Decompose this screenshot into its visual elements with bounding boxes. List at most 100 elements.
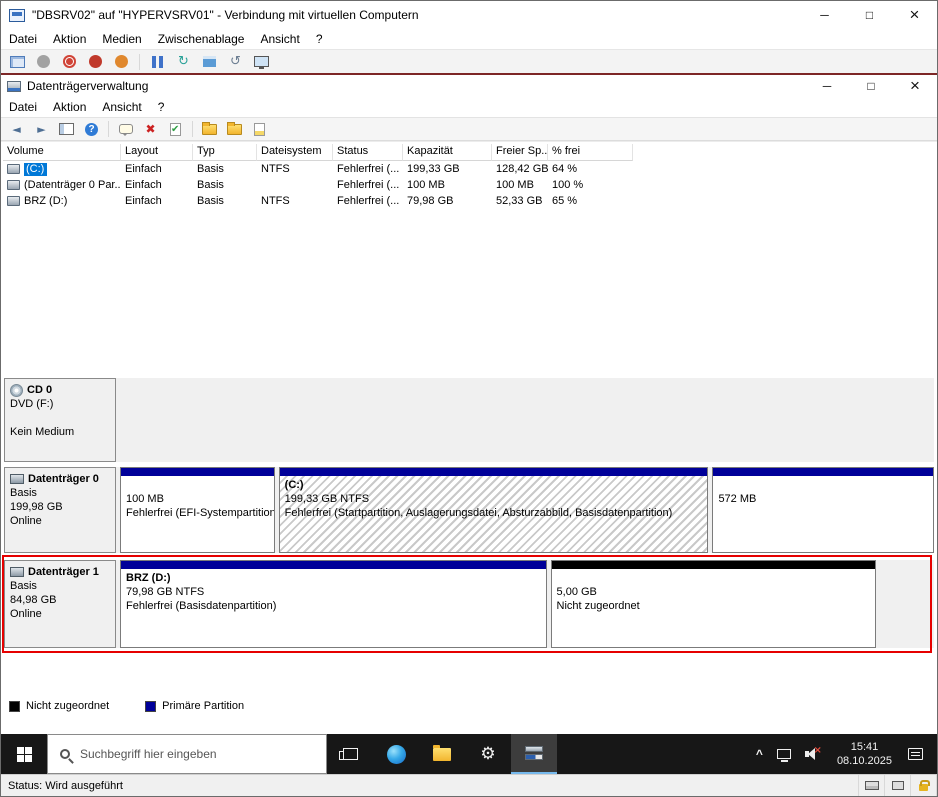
vm-menu-zwischenablage[interactable]: Zwischenablage bbox=[150, 29, 253, 49]
turn-off-icon[interactable] bbox=[61, 53, 78, 70]
dm-toolbar: ◄ ► ? ✖ bbox=[1, 117, 937, 141]
cd0-panel[interactable]: CD 0 DVD (F:) Kein Medium bbox=[4, 378, 116, 462]
volume-button[interactable]: × bbox=[798, 734, 828, 774]
enhanced-session-icon[interactable] bbox=[253, 53, 270, 70]
partition-brz-d[interactable]: BRZ (D:) 79,98 GB NTFS Fehlerfrei (Basis… bbox=[120, 560, 547, 648]
close-button[interactable]: × bbox=[892, 1, 937, 29]
dm-title-bar: Datenträgerverwaltung ─ □ × bbox=[1, 75, 937, 97]
disk-management-taskbar-button[interactable] bbox=[511, 734, 557, 774]
vm-menu-help[interactable]: ? bbox=[308, 29, 331, 49]
partition-c[interactable]: (C:) 199,33 GB NTFS Fehlerfrei (Startpar… bbox=[278, 467, 709, 553]
volume-row-brz[interactable]: BRZ (D:) bbox=[3, 193, 121, 209]
partition-efi-system[interactable]: 100 MB Fehlerfrei (EFI-Systempartition) bbox=[120, 467, 275, 553]
disk0-panel[interactable]: Datenträger 0 Basis 199,98 GB Online bbox=[4, 467, 116, 553]
dm-menu-help[interactable]: ? bbox=[150, 97, 173, 117]
column-header-freier-sp[interactable]: Freier Sp... bbox=[492, 144, 548, 161]
partition-recovery[interactable]: 572 MB bbox=[712, 467, 934, 553]
dm-minimize-button[interactable]: ─ bbox=[805, 75, 849, 97]
partition-capacity: 100 MB bbox=[126, 493, 164, 505]
dm-menu-ansicht[interactable]: Ansicht bbox=[94, 97, 149, 117]
vm-menu-aktion[interactable]: Aktion bbox=[45, 29, 94, 49]
mute-x-icon: × bbox=[813, 745, 822, 756]
column-header-status[interactable]: Status bbox=[333, 144, 403, 161]
disk0-status: Online bbox=[10, 515, 42, 527]
taskbar-clock[interactable]: 15:41 08.10.2025 bbox=[828, 740, 901, 768]
partition-unallocated[interactable]: 5,00 GB Nicht zugeordnet bbox=[550, 560, 877, 648]
cd-drive-letter: DVD (F:) bbox=[10, 398, 54, 410]
partition-status: Fehlerfrei (Basisdatenpartition) bbox=[126, 600, 277, 612]
volume-name: (Datenträger 0 Par... bbox=[24, 179, 121, 191]
minimize-button[interactable]: ─ bbox=[802, 1, 847, 29]
action-center-button[interactable] bbox=[901, 734, 930, 774]
vm-menu-datei[interactable]: Datei bbox=[1, 29, 45, 49]
folder-view-icon[interactable] bbox=[226, 121, 243, 138]
start-icon[interactable] bbox=[35, 53, 52, 70]
help-icon[interactable]: ? bbox=[83, 121, 100, 138]
column-header-layout[interactable]: Layout bbox=[121, 144, 193, 161]
cell-layout: Einfach bbox=[125, 195, 162, 207]
reset-icon[interactable]: ↻ bbox=[175, 53, 192, 70]
folder-up-icon[interactable] bbox=[201, 121, 218, 138]
speaker-icon: × bbox=[804, 745, 822, 760]
cell-dateisystem: NTFS bbox=[261, 163, 290, 175]
keyboard-status-cell bbox=[859, 775, 885, 796]
back-arrow-icon[interactable]: ◄ bbox=[8, 121, 25, 138]
task-view-button[interactable] bbox=[327, 734, 373, 774]
start-button[interactable] bbox=[1, 734, 47, 774]
column-header-typ[interactable]: Typ bbox=[193, 144, 257, 161]
dm-restore-button[interactable]: □ bbox=[849, 75, 893, 97]
dm-menu-aktion[interactable]: Aktion bbox=[45, 97, 94, 117]
speech-bubble-icon[interactable] bbox=[117, 121, 134, 138]
volume-row-c[interactable]: (C:) bbox=[3, 161, 121, 177]
cell-status: Fehlerfrei (... bbox=[337, 179, 400, 191]
edge-button[interactable] bbox=[373, 734, 419, 774]
network-button[interactable] bbox=[770, 734, 798, 774]
monitor-icon bbox=[891, 781, 904, 790]
properties-note-icon[interactable] bbox=[251, 121, 268, 138]
windows-logo-icon bbox=[16, 746, 32, 762]
dm-window-title: Datenträgerverwaltung bbox=[27, 79, 149, 93]
dm-menu-datei[interactable]: Datei bbox=[1, 97, 45, 117]
tray-chevron-button[interactable]: ^ bbox=[749, 734, 770, 774]
console-tree-icon[interactable] bbox=[58, 121, 75, 138]
vm-title-bar: "DBSRV02" auf "HYPERVSRV01" - Verbindung… bbox=[1, 1, 937, 29]
partition-capacity: 572 MB bbox=[718, 493, 757, 505]
cell-typ: Basis bbox=[197, 163, 224, 175]
cell-frei: 65 % bbox=[552, 195, 578, 207]
disk0-size: 199,98 GB bbox=[10, 501, 63, 513]
vm-window-controls: ─ □ × bbox=[802, 1, 937, 29]
partition-capacity: 5,00 GB bbox=[556, 586, 597, 598]
disk1-status: Online bbox=[10, 608, 42, 620]
primary-partition-bar bbox=[121, 561, 546, 569]
taskbar: Suchbegriff hier eingeben ⚙ ^ × 15:41 08… bbox=[1, 734, 937, 774]
column-header-volume[interactable]: Volume bbox=[3, 144, 121, 161]
maximize-button[interactable]: □ bbox=[847, 1, 892, 29]
column-header-dateisystem[interactable]: Dateisystem bbox=[257, 144, 333, 161]
column-header-kapazitaet[interactable]: Kapazität bbox=[403, 144, 492, 161]
save-icon[interactable] bbox=[113, 53, 130, 70]
search-placeholder: Suchbegriff hier eingeben bbox=[80, 747, 217, 761]
drive-icon bbox=[7, 164, 20, 174]
partition-title bbox=[557, 571, 871, 585]
shutdown-icon[interactable] bbox=[87, 53, 104, 70]
volume-row-efi[interactable]: (Datenträger 0 Par... bbox=[3, 177, 121, 193]
checklist-icon[interactable] bbox=[167, 121, 184, 138]
search-box[interactable]: Suchbegriff hier eingeben bbox=[47, 734, 327, 774]
checkpoint-icon[interactable] bbox=[201, 53, 218, 70]
vm-menu-medien[interactable]: Medien bbox=[94, 29, 149, 49]
volume-list: Volume Layout Typ Dateisystem Status Kap… bbox=[1, 141, 937, 376]
disk1-panel[interactable]: Datenträger 1 Basis 84,98 GB Online bbox=[4, 560, 116, 648]
vm-menu-ansicht[interactable]: Ansicht bbox=[252, 29, 307, 49]
pause-icon[interactable] bbox=[149, 53, 166, 70]
vm-menu-bar: Datei Aktion Medien Zwischenablage Ansic… bbox=[1, 29, 937, 49]
forward-arrow-icon[interactable]: ► bbox=[33, 121, 50, 138]
cell-layout: Einfach bbox=[125, 163, 162, 175]
ctrl-alt-del-icon[interactable] bbox=[9, 53, 26, 70]
delete-volume-icon[interactable]: ✖ bbox=[142, 121, 159, 138]
revert-icon[interactable]: ↺ bbox=[227, 53, 244, 70]
column-header-frei[interactable]: % frei bbox=[548, 144, 633, 161]
settings-button[interactable]: ⚙ bbox=[465, 734, 511, 774]
file-explorer-button[interactable] bbox=[419, 734, 465, 774]
disk-management-icon bbox=[525, 746, 543, 760]
dm-close-button[interactable]: × bbox=[893, 75, 937, 97]
